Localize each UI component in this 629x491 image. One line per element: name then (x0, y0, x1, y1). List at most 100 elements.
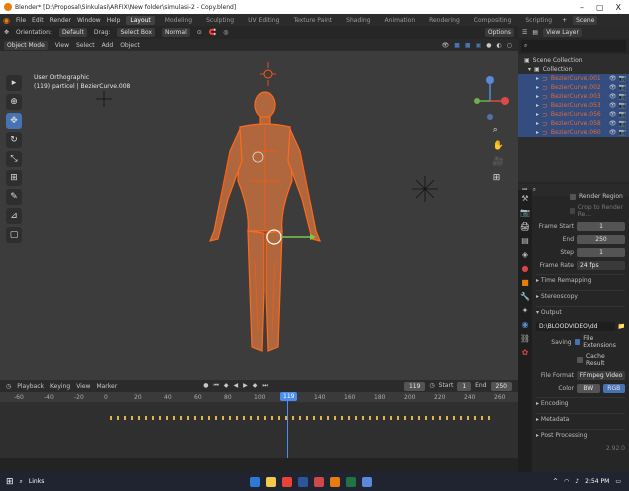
empty-object-icon[interactable] (412, 176, 438, 202)
chevron-right-icon[interactable]: ▸ (536, 111, 539, 118)
menu-view[interactable]: View (55, 42, 69, 49)
add-cube-tool-icon[interactable]: ▢ (6, 227, 22, 243)
minimize-button[interactable]: – (580, 3, 584, 12)
chevron-up-icon[interactable]: ^ (553, 478, 558, 485)
step-field[interactable]: 1 (577, 248, 625, 257)
xray-icon[interactable]: ▣ (476, 42, 482, 49)
chevron-right-icon[interactable]: ▸ (536, 120, 539, 127)
visibility-eye-icon[interactable]: 👁 (609, 120, 617, 127)
search-icon[interactable]: ⌕ (20, 478, 23, 486)
prev-key-icon[interactable]: ◆ (224, 382, 229, 390)
empty-object-icon[interactable] (96, 91, 112, 107)
outliner-row[interactable]: ▸ ⊃ BezierCurve.060 👁 📷 (518, 128, 629, 137)
output-panel[interactable]: ▾ Output (536, 306, 625, 318)
taskbar-folder-icon[interactable] (266, 476, 277, 487)
timeline[interactable]: -60-40-200204060801001201401601802002202… (0, 392, 518, 458)
pivot-icon[interactable]: ⊙ (197, 29, 202, 36)
outliner-row[interactable]: ▸ ⊃ BezierCurve.053 👁 📷 (518, 101, 629, 110)
tool-transform-icon[interactable]: ✥ (4, 29, 9, 36)
next-key-icon[interactable]: ◆ (253, 382, 258, 390)
playhead-line[interactable] (287, 392, 288, 458)
navigation-gizmo[interactable] (470, 73, 510, 133)
visibility-eye-icon[interactable]: 👁 (609, 102, 617, 109)
tab-shading[interactable]: Shading (342, 16, 374, 25)
frame-end-field[interactable]: 250 (577, 235, 625, 244)
outliner-row[interactable]: ▸ ⊃ BezierCurve.003 👁 📷 (518, 92, 629, 101)
menu-view-timeline[interactable]: View (76, 383, 90, 390)
pan-hand-icon[interactable]: ✋ (493, 141, 504, 151)
drag-dropdown[interactable]: Select Box (117, 28, 156, 37)
volume-icon[interactable]: ♪ (575, 478, 579, 485)
camera-icon[interactable]: 📷 (619, 84, 626, 91)
output-path-field[interactable]: D:\BLOODVIDEO\dd (536, 322, 615, 331)
scene-selector[interactable]: Scene (573, 15, 598, 25)
render-region-checkbox[interactable] (570, 193, 576, 200)
camera-view-icon[interactable]: 🎥 (493, 157, 504, 167)
file-format-dropdown[interactable]: FFmpeg Video (577, 371, 625, 380)
world-tab-icon[interactable]: ● (522, 264, 529, 273)
tab-compositing[interactable]: Compositing (470, 16, 516, 25)
human-model[interactable] (200, 91, 330, 361)
scale-tool-icon[interactable]: ⤡ (6, 151, 22, 167)
menu-playback[interactable]: Playback (17, 383, 44, 390)
crop-checkbox[interactable] (570, 208, 575, 214)
move-tool-icon[interactable]: ✥ (6, 113, 22, 129)
timeline-editor-icon[interactable]: ◷ (6, 383, 11, 390)
visibility-icon[interactable]: 👁 (442, 42, 450, 49)
add-workspace-icon[interactable]: + (562, 17, 567, 24)
tool-tab-icon[interactable]: ⚒ (521, 194, 528, 203)
visibility-eye-icon[interactable]: 👁 (609, 84, 617, 91)
close-button[interactable]: X (616, 3, 621, 12)
scene-collection-row[interactable]: ▣ Scene Collection (518, 56, 629, 65)
data-tab-icon[interactable]: ✿ (522, 348, 529, 357)
menu-file[interactable]: File (16, 17, 26, 24)
shading-solid-icon[interactable]: ● (486, 42, 491, 49)
annotate-tool-icon[interactable]: ✎ (6, 189, 22, 205)
chevron-right-icon[interactable]: ▸ (536, 102, 539, 109)
menu-select[interactable]: Select (76, 42, 95, 49)
menu-help[interactable]: Help (107, 17, 121, 24)
visibility-eye-icon[interactable]: 👁 (609, 111, 617, 118)
physics-tab-icon[interactable]: ◉ (522, 320, 529, 329)
view-layer-selector[interactable]: View Layer (543, 27, 582, 37)
tab-modeling[interactable]: Modeling (161, 16, 196, 25)
taskbar-blender-icon[interactable] (330, 476, 341, 487)
tab-sculpting[interactable]: Sculpting (202, 16, 238, 25)
3d-viewport[interactable]: User Orthographic (119) particel | Bezie… (0, 51, 518, 380)
start-frame-field[interactable]: 1 (457, 381, 472, 391)
visibility-eye-icon[interactable]: 👁 (609, 93, 617, 100)
outliner-row[interactable]: ▸ ⊃ BezierCurve.002 👁 📷 (518, 83, 629, 92)
outliner-editor-icon[interactable]: ☰ (522, 29, 527, 36)
menu-keying[interactable]: Keying (50, 383, 70, 390)
outliner-row[interactable]: ▸ ⊃ BezierCurve.001 👁 📷 (518, 74, 629, 83)
tab-layout[interactable]: Layout (126, 15, 155, 25)
overlay-toggle-icon[interactable]: ■ (465, 42, 471, 49)
camera-icon[interactable]: 📷 (619, 93, 626, 100)
taskbar-search[interactable]: Links (29, 478, 44, 485)
chevron-right-icon[interactable]: ▸ (536, 129, 539, 136)
menu-add[interactable]: Add (102, 42, 114, 49)
jump-end-icon[interactable]: ⏭ (262, 382, 267, 390)
taskbar-app-icon[interactable] (314, 476, 325, 487)
modifier-tab-icon[interactable]: 🔧 (520, 292, 530, 301)
cache-result-row[interactable]: Cache Result (536, 353, 625, 367)
outliner-search[interactable]: ⌕ (521, 40, 626, 52)
play-reverse-icon[interactable]: ◀ (233, 382, 238, 390)
gizmo-toggle-icon[interactable]: ■ (454, 42, 460, 49)
select-tool-icon[interactable]: ▸ (6, 75, 22, 91)
frame-rate-dropdown[interactable]: 24 fps (577, 261, 625, 270)
snap-icon[interactable]: 🧲 (209, 29, 216, 36)
windows-start-icon[interactable]: ⊞ (6, 477, 14, 487)
camera-icon[interactable]: 📷 (619, 102, 626, 109)
file-extensions-checkbox[interactable] (574, 339, 581, 345)
encoding-panel[interactable]: ▸ Encoding (536, 397, 625, 409)
tab-uv-editing[interactable]: UV Editing (244, 16, 283, 25)
menu-marker[interactable]: Marker (96, 383, 117, 390)
maximize-button[interactable]: ▢ (596, 3, 604, 12)
time-remapping-panel[interactable]: ▸ Time Remapping (536, 274, 625, 286)
play-icon[interactable]: ▶ (243, 382, 248, 390)
measure-tool-icon[interactable]: ⊿ (6, 208, 22, 224)
mode-dropdown[interactable]: Object Mode (4, 40, 48, 50)
tab-animation[interactable]: Animation (381, 16, 420, 25)
menu-object[interactable]: Object (120, 42, 140, 49)
